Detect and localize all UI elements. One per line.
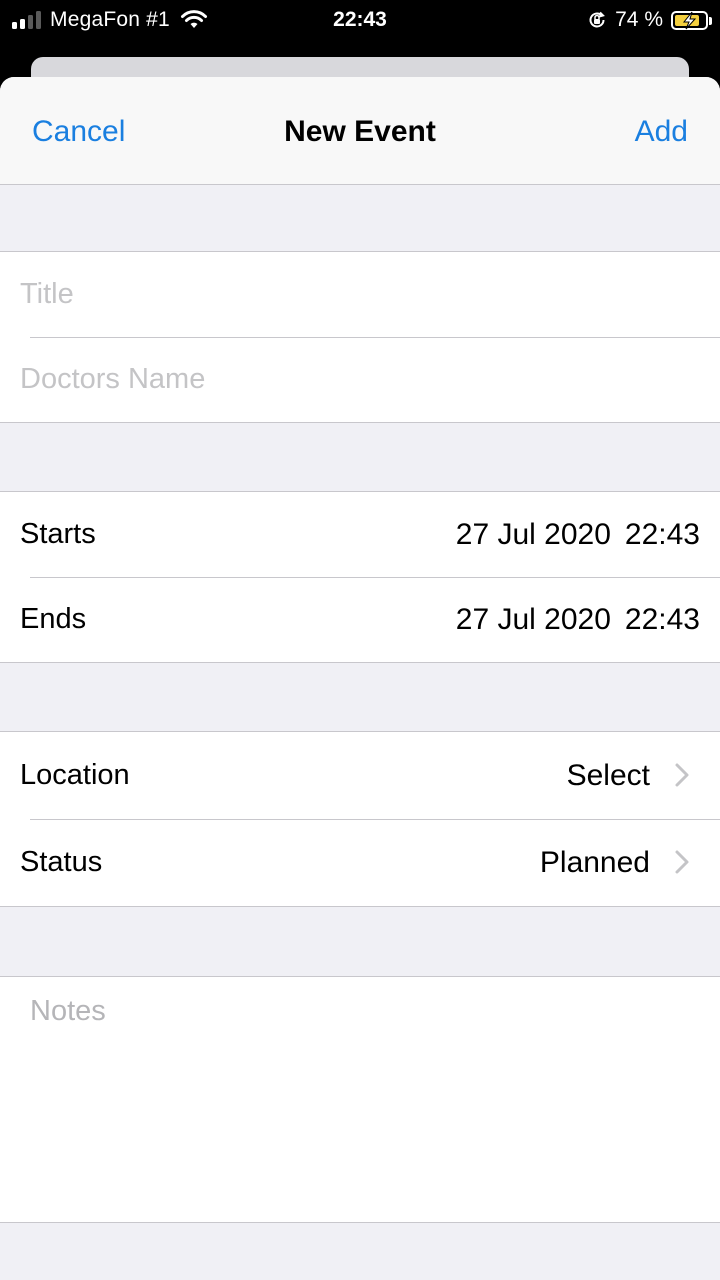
ends-date: 27 Jul 2020 — [455, 603, 611, 636]
date-group: Starts 27 Jul 2020 22:43 Ends 27 Jul 2020… — [0, 491, 720, 663]
doctor-row — [0, 337, 720, 422]
status-value: Planned — [539, 846, 650, 879]
status-row[interactable]: Status Planned — [0, 819, 720, 906]
add-button[interactable]: Add — [635, 115, 688, 149]
battery-charging-icon — [671, 10, 712, 30]
battery-percent: 74 % — [615, 8, 663, 31]
orientation-lock-icon — [589, 11, 606, 28]
starts-time: 22:43 — [624, 518, 700, 551]
title-input[interactable] — [20, 252, 700, 337]
navigation-bar: Cancel New Event Add — [0, 77, 720, 185]
details-group — [0, 251, 720, 423]
doctor-name-input[interactable] — [20, 337, 700, 422]
options-group: Location Select Status Planned — [0, 731, 720, 907]
page-title: New Event — [284, 115, 436, 148]
ends-time: 22:43 — [624, 603, 700, 636]
starts-value[interactable]: 27 Jul 2020 22:43 — [456, 492, 700, 577]
status-label: Status — [20, 846, 103, 878]
ends-row[interactable]: Ends 27 Jul 2020 22:43 — [0, 577, 720, 662]
notes-textarea[interactable] — [30, 995, 690, 1195]
location-label: Location — [20, 759, 130, 791]
title-row — [0, 252, 720, 337]
notes-group — [0, 976, 720, 1223]
status-bar: MegaFon #1 22:43 74 % — [0, 0, 720, 44]
chevron-right-icon — [675, 850, 689, 874]
chevron-right-icon — [675, 763, 689, 787]
location-row[interactable]: Location Select — [0, 732, 720, 819]
ends-label: Ends — [20, 603, 87, 635]
starts-row[interactable]: Starts 27 Jul 2020 22:43 — [0, 492, 720, 577]
ends-value[interactable]: 27 Jul 2020 22:43 — [456, 577, 700, 662]
new-event-sheet: Cancel New Event Add Starts 27 Jul 20202… — [0, 77, 720, 1280]
location-value: Select — [566, 759, 650, 792]
starts-label: Starts — [20, 518, 96, 550]
starts-date: 27 Jul 2020 — [455, 518, 611, 551]
status-bar-right: 74 % — [587, 8, 712, 32]
